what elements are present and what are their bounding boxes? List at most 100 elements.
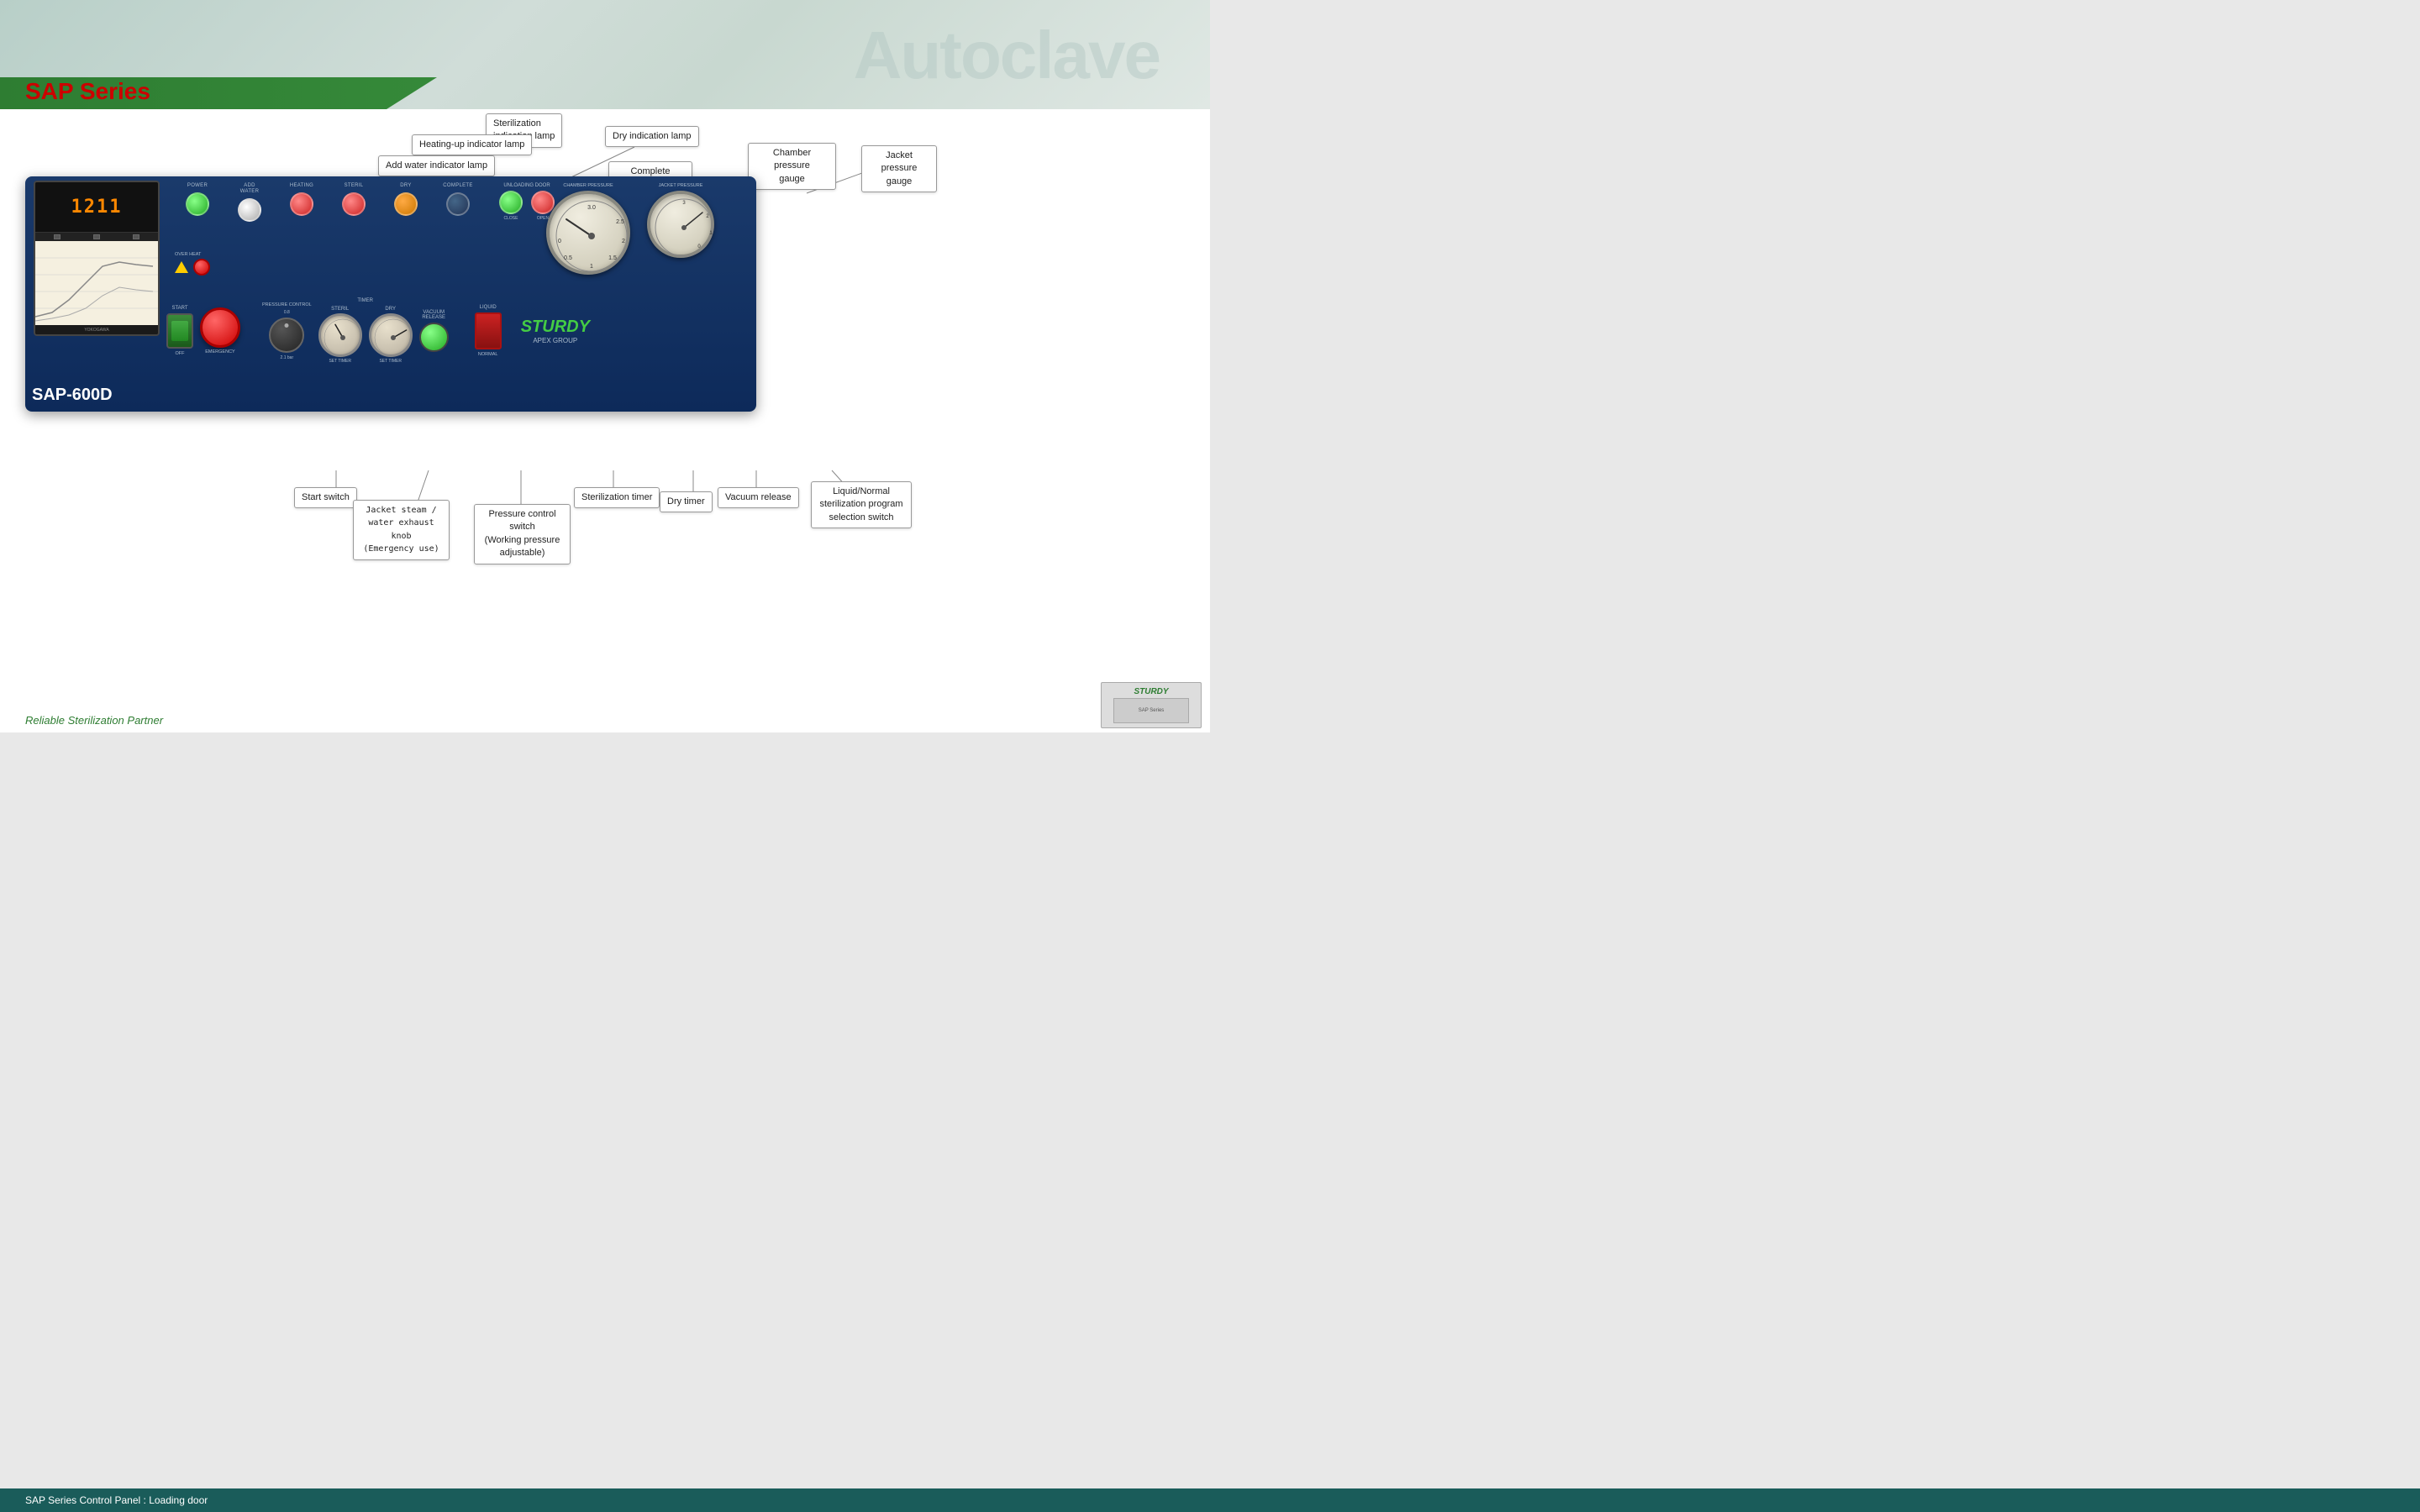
- complete-indicator: COMPLETE: [433, 183, 483, 216]
- control-panel: 1211 YOKOGAWA SAP: [25, 176, 756, 412]
- rec-ctrl-2: [93, 234, 100, 239]
- chart-svg: [35, 241, 158, 325]
- door-close-lamp: [499, 191, 523, 214]
- svg-text:0: 0: [558, 239, 561, 244]
- bottom-controls-row: START OFF EMERGENCY PRESSURE CONTROL 0.8: [166, 298, 748, 364]
- autoclave-bg-text: Autoclave: [854, 17, 1160, 94]
- overheat-lamp: [193, 259, 210, 276]
- power-label: POWER: [187, 183, 208, 189]
- small-logo-content: STURDY SAP Series: [1113, 687, 1189, 723]
- svg-text:0.5: 0.5: [564, 255, 572, 261]
- callout-jacket-pressure: Jacket pressure gauge: [861, 145, 937, 192]
- callout-liquid-normal: Liquid/Normal sterilization program sele…: [811, 481, 912, 528]
- dry-label: DRY: [400, 183, 411, 189]
- small-sturdy-text: STURDY: [1134, 687, 1168, 696]
- heating-label: HEATING: [290, 183, 313, 189]
- sturdy-logo-group: STURDY APEX GROUP: [521, 318, 590, 344]
- dry-timer-group: DRY SET TIMER: [369, 307, 413, 364]
- overheat-text-label: OVER HEAT: [175, 252, 201, 257]
- timers-row: STERIL SET TIMER DRY: [318, 307, 413, 364]
- dry-indicator: DRY: [381, 183, 431, 216]
- header-section: Autoclave SAP Series: [0, 0, 1210, 109]
- subtitle-bar: SAP Series Control Panel : Loading door: [0, 1488, 2420, 1512]
- svg-text:0: 0: [697, 244, 701, 249]
- callout-dry-lamp: Dry indication lamp: [605, 126, 699, 147]
- emergency-button-group: EMERGENCY: [200, 307, 240, 354]
- pressure-scale-low: 2.1 bar: [281, 355, 294, 360]
- pressure-control-label: PRESSURE CONTROL: [262, 302, 312, 307]
- vacuum-release-lamp[interactable]: [419, 323, 449, 352]
- normal-label: NORMAL: [478, 352, 498, 357]
- warning-triangle-icon: [175, 261, 188, 273]
- svg-text:3.0: 3.0: [587, 205, 596, 211]
- start-switch-body[interactable]: [166, 313, 193, 349]
- svg-text:3: 3: [682, 201, 686, 206]
- steril-label: STERIL: [345, 183, 364, 189]
- footer-text: Reliable Sterilization Partner: [25, 714, 163, 727]
- rec-ctrl-3: [133, 234, 139, 239]
- model-label: SAP-600D: [32, 386, 113, 405]
- emergency-label: EMERGENCY: [205, 349, 234, 354]
- vacuum-release-label: VACUUMRELEASE: [422, 310, 445, 320]
- vacuum-release-group: VACUUMRELEASE: [419, 310, 449, 352]
- small-panel-thumbnail: SAP Series: [1113, 698, 1189, 723]
- footer: Reliable Sterilization Partner: [25, 713, 163, 728]
- jacket-pressure-gauge: 3 2 1 0: [647, 191, 714, 258]
- chamber-gauge-svg: 3.0 2.5 2 1.5 1 0.5 0: [550, 194, 634, 278]
- timer-section-label: TIMER: [357, 298, 373, 303]
- thumbnail-label: SAP Series: [1139, 708, 1165, 713]
- steril-timer-group: STERIL SET TIMER: [318, 307, 362, 364]
- recorder-display: 1211: [71, 197, 123, 218]
- jacket-pressure-label: JACKET PRESSURE: [659, 183, 703, 188]
- rec-ctrl-1: [54, 234, 60, 239]
- timers-section: TIMER STERIL SET TIMER: [318, 298, 413, 364]
- indicators-area: POWER ADDWATER HEATING STERIL DRY: [172, 183, 555, 222]
- door-close-label: CLOSE: [504, 216, 518, 221]
- steril-timer-dial[interactable]: [318, 313, 362, 357]
- heating-lamp: [290, 192, 313, 216]
- chamber-pressure-label: CHAMBER PRESSURE: [563, 183, 613, 188]
- dry-lamp: [394, 192, 418, 216]
- steril-lamp: [342, 192, 366, 216]
- sap-series-title: SAP Series: [25, 78, 150, 105]
- pressure-knob[interactable]: [269, 318, 304, 353]
- add-water-lamp: [238, 198, 261, 222]
- callout-sterilization-timer: Sterilization timer: [574, 487, 660, 508]
- start-switch-inner: [171, 321, 188, 341]
- dry-timer-dial[interactable]: [369, 313, 413, 357]
- power-lamp: [186, 192, 209, 216]
- gauges-area: CHAMBER PRESSURE 3.0 2.5 2 1.5 1 0.5 0: [546, 183, 714, 275]
- steril-indicator: STERIL: [329, 183, 379, 216]
- sturdy-text: STURDY: [521, 318, 590, 337]
- callout-chamber-pressure: Chamber pressure gauge: [748, 143, 836, 190]
- complete-lamp: [446, 192, 470, 216]
- apex-text: APEX GROUP: [533, 337, 577, 344]
- unloading-door-label: UNLOADING DOOR: [503, 183, 550, 188]
- callout-vacuum-release: Vacuum release: [718, 487, 799, 508]
- pressure-knob-dot: [285, 323, 289, 328]
- emergency-button[interactable]: [200, 307, 240, 348]
- pressure-control-group: PRESSURE CONTROL 0.8 2.1 bar: [262, 302, 312, 360]
- svg-text:2: 2: [622, 239, 625, 244]
- chamber-pressure-gauge-group: CHAMBER PRESSURE 3.0 2.5 2 1.5 1 0.5 0: [546, 183, 630, 275]
- callout-start-switch: Start switch: [294, 487, 357, 508]
- recorder-screen: 1211: [35, 182, 158, 233]
- jacket-pressure-gauge-group: JACKET PRESSURE 3 2 1 0: [647, 183, 714, 275]
- liquid-label: LIQUID: [480, 305, 497, 310]
- main-content: Sterilization indication lamp Heating-up…: [0, 109, 1210, 732]
- start-switch-group[interactable]: START OFF: [166, 306, 193, 356]
- start-switch-off-label: OFF: [176, 351, 185, 356]
- dry-timer-label: DRY: [385, 307, 396, 312]
- overheat-row: [175, 259, 210, 276]
- complete-label: COMPLETE: [443, 183, 472, 189]
- liquid-switch[interactable]: [475, 312, 502, 349]
- callout-pressure-control: Pressure control switch (Working pressur…: [474, 504, 571, 564]
- svg-text:1: 1: [590, 264, 593, 270]
- small-logo-area: STURDY SAP Series: [1101, 682, 1202, 728]
- overheat-section: OVER HEAT: [175, 252, 210, 276]
- steril-timer-label: STERIL: [331, 307, 349, 312]
- subtitle-text: SAP Series Control Panel : Loading door: [25, 1494, 208, 1506]
- jacket-gauge-svg: 3 2 1 0: [650, 194, 718, 261]
- power-indicator: POWER: [172, 183, 223, 216]
- add-water-indicator: ADDWATER: [224, 183, 275, 222]
